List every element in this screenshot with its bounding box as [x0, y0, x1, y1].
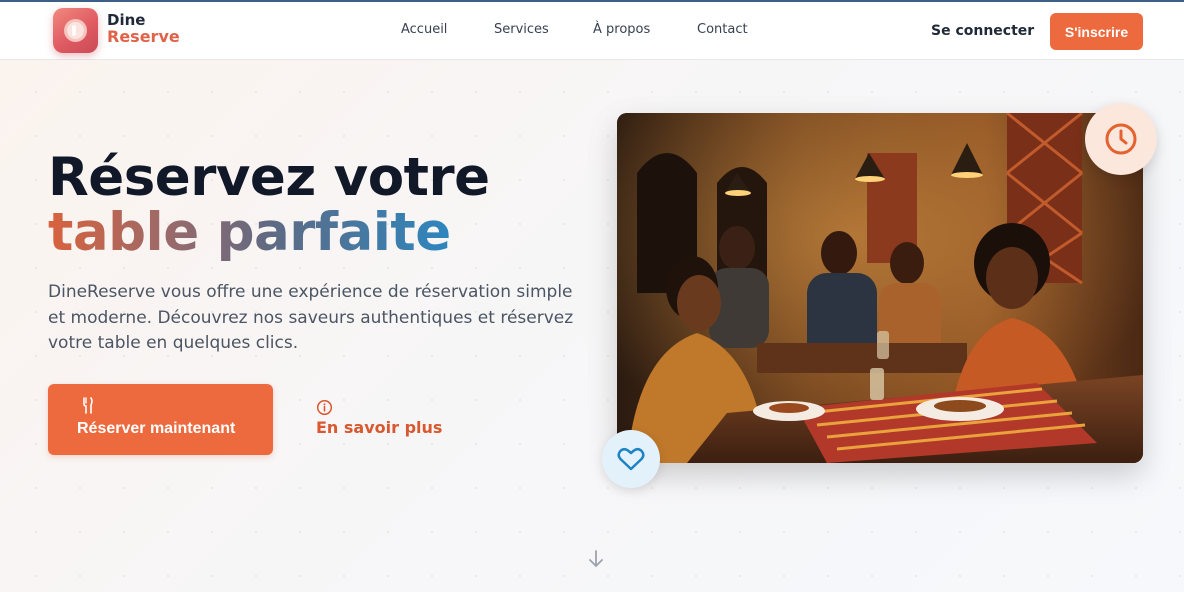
hero-description: DineReserve vous offre une expérience de… — [48, 282, 574, 353]
nav-link-a-propos[interactable]: À propos — [593, 22, 650, 38]
logo-icon[interactable] — [53, 8, 98, 53]
navbar: Dine Reserve Accueil Services À propos C… — [0, 2, 1184, 60]
learn-more-label: En savoir plus — [316, 418, 443, 437]
clock-icon — [1105, 123, 1137, 155]
heart-icon — [617, 447, 645, 471]
nav-link-contact[interactable]: Contact — [697, 22, 748, 38]
clock-badge — [1085, 103, 1157, 175]
restaurant-photo — [617, 113, 1143, 463]
restaurant-scene-image — [617, 113, 1143, 463]
arrow-down-icon[interactable] — [587, 549, 605, 569]
login-link[interactable]: Se connecter — [931, 22, 1034, 40]
reserve-now-label: Réserver maintenant — [77, 420, 236, 437]
heart-badge — [602, 430, 660, 488]
hero-title-line1: Réservez votre — [48, 147, 490, 208]
learn-more-link[interactable]: En savoir plus — [316, 398, 446, 442]
brand-name-part2[interactable]: Reserve — [107, 28, 180, 46]
reserve-now-button[interactable]: Réserver maintenant — [48, 384, 273, 455]
utensils-icon — [83, 397, 93, 414]
signup-button[interactable]: S'inscrire — [1050, 13, 1143, 50]
info-icon — [316, 399, 333, 416]
plate-icon — [64, 19, 87, 42]
nav-link-accueil[interactable]: Accueil — [401, 22, 447, 38]
signup-button-label: S'inscrire — [1064, 23, 1129, 40]
hero-title-line2: table parfaite — [48, 202, 451, 263]
nav-link-services[interactable]: Services — [494, 22, 549, 38]
